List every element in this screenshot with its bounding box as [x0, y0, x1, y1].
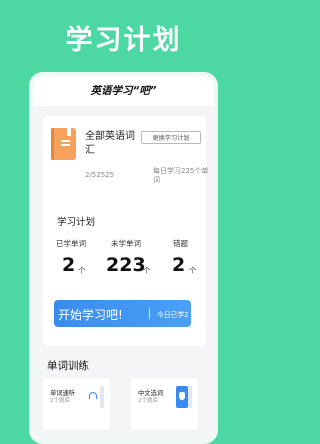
book-title: 全部英语词汇 [85, 131, 135, 156]
card-edge-strip [188, 386, 192, 408]
stat-learned-label: 已学单词 [56, 239, 86, 248]
training-section-title: 单词训练 [47, 360, 89, 372]
book-progress: 2/52525 [85, 171, 115, 179]
stat-wrong-value: 2 [172, 254, 186, 276]
training-card-count: 2个题库 [50, 398, 70, 404]
training-card-listening[interactable]: 单词速听 2个题库 [43, 378, 110, 430]
phone-mockup: 英语学习“吧” 全部英语词汇 更换学习计划 2/52525 每日学习225个单词… [29, 72, 218, 444]
app-body: 全部英语词汇 更换学习计划 2/52525 每日学习225个单词 学习计划 已学… [33, 106, 214, 440]
start-learning-label: 开始学习吧! [58, 308, 123, 322]
start-divider [149, 308, 150, 319]
training-card-chinese-choice[interactable]: 中文选词 2个题库 [131, 378, 198, 430]
stat-unlearned-label: 未学单词 [111, 239, 141, 248]
daily-goal-text: 每日学习225个单词 [153, 167, 209, 184]
stat-learned-unit: 个 [78, 266, 86, 275]
training-card-count: 2个题库 [138, 398, 158, 404]
card-edge-strip [100, 386, 104, 408]
change-plan-button[interactable]: 更换学习计划 [141, 131, 201, 144]
hand-icon [176, 386, 188, 408]
stat-unlearned-unit: 个 [143, 266, 151, 275]
app-header-title: 英语学习“吧” [33, 76, 214, 106]
stat-learned-value: 2 [62, 254, 76, 276]
stat-wrong-unit: 个 [189, 266, 197, 275]
stat-wrong-label: 错题 [173, 239, 188, 248]
headphone-icon [89, 392, 97, 399]
start-learning-button[interactable]: 开始学习吧! 今日已学2 [54, 300, 191, 327]
plan-card: 全部英语词汇 更换学习计划 2/52525 每日学习225个单词 学习计划 已学… [43, 116, 209, 346]
today-learned-text: 今日已学2 [157, 311, 189, 319]
book-icon [51, 128, 76, 160]
stat-unlearned-value: 223 [106, 254, 146, 276]
hero-title: 学习计划 [65, 25, 182, 56]
plan-title: 学习计划 [57, 217, 96, 228]
